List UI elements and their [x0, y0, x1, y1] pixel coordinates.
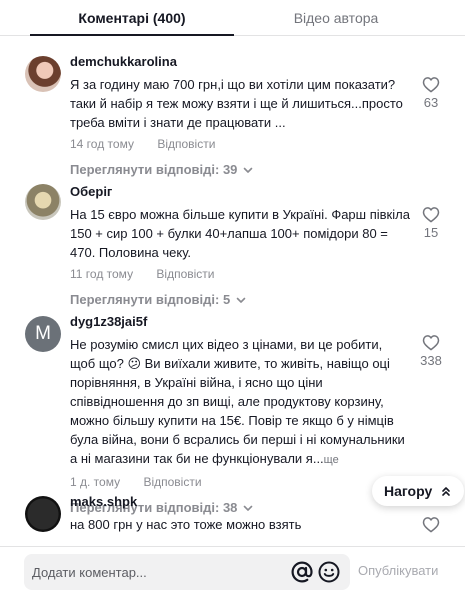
post-button[interactable]: Опублікувати	[358, 563, 438, 578]
comment-text: Не розумію смисл цих відео з цінами, ви …	[70, 335, 410, 470]
heart-icon	[422, 517, 440, 533]
avatar[interactable]: M	[25, 316, 61, 352]
comment-time: 14 год тому	[70, 137, 134, 151]
back-to-top-label: Нагору	[384, 483, 433, 499]
comment-time: 1 д. тому	[70, 475, 121, 489]
double-chevron-up-icon	[442, 487, 451, 496]
comment-meta: 11 год тому Відповісти	[70, 266, 410, 282]
comment-text: Я за годину маю 700 грн,і що ви хотіли ц…	[70, 77, 403, 130]
avatar[interactable]	[25, 184, 61, 220]
comment-text: На 15 євро можна більше купити в Україні…	[70, 207, 410, 260]
avatar-letter: M	[35, 323, 51, 344]
comment-text: на 800 грн у нас это тоже можно взять	[70, 517, 302, 532]
comment-time: 11 год тому	[70, 267, 134, 281]
tab-comments[interactable]: Коментарі (400)	[30, 0, 234, 36]
heart-icon	[422, 207, 440, 223]
comment-author[interactable]: maks.shpk	[70, 494, 410, 510]
avatar[interactable]	[25, 56, 61, 92]
like-button[interactable]: 63	[414, 76, 448, 110]
comment-composer: Опублікувати	[0, 546, 465, 600]
reply-button[interactable]: Відповісти	[156, 267, 214, 281]
comment-list[interactable]: demchukkarolina Я за годину маю 700 грн,…	[0, 36, 465, 546]
comment-text-content: Не розумію смисл цих відео з цінами, ви …	[70, 337, 405, 466]
chevron-down-icon	[244, 167, 253, 173]
comment-author[interactable]: demchukkarolina	[70, 54, 410, 70]
avatar[interactable]	[25, 496, 61, 532]
view-replies-label: Переглянути відповіді: 5	[70, 292, 231, 307]
comment-body: maks.shpk на 800 грн у нас это тоже можн…	[70, 494, 410, 534]
comment-input[interactable]	[32, 554, 282, 590]
view-replies-label: Переглянути відповіді: 39	[70, 162, 238, 177]
heart-icon	[422, 77, 440, 93]
heart-icon	[422, 335, 440, 351]
comment-body: Оберіг На 15 євро можна більше купити в …	[70, 184, 410, 309]
tab-creator-videos[interactable]: Відео автора	[234, 0, 438, 36]
view-replies-button[interactable]: Переглянути відповіді: 5	[70, 292, 246, 308]
at-icon[interactable]	[290, 560, 314, 584]
comment-author[interactable]: Оберіг	[70, 184, 410, 200]
like-button[interactable]: 15	[414, 206, 448, 240]
emoji-icon[interactable]	[317, 560, 341, 584]
reply-button[interactable]: Відповісти	[157, 137, 215, 151]
like-count: 15	[423, 225, 439, 240]
comment-author[interactable]: dyg1z38jai5f	[70, 314, 410, 330]
chevron-down-icon	[236, 297, 246, 303]
comment-meta: 1 д. тому Відповісти	[70, 474, 410, 490]
like-button[interactable]	[414, 516, 448, 533]
comment-input-box[interactable]	[24, 554, 350, 590]
tab-bar: Коментарі (400) Відео автора	[0, 0, 465, 36]
back-to-top-button[interactable]: Нагору	[372, 476, 465, 506]
like-count: 63	[423, 95, 439, 110]
reply-button[interactable]: Відповісти	[143, 475, 201, 489]
comment-body: demchukkarolina Я за годину маю 700 грн,…	[70, 54, 410, 179]
comment-meta: 14 год тому Відповісти	[70, 136, 410, 152]
like-button[interactable]: 338	[414, 334, 448, 368]
like-count: 338	[420, 353, 442, 368]
more-button[interactable]: ще	[324, 454, 339, 466]
comment-body: dyg1z38jai5f Не розумію смисл цих відео …	[70, 314, 410, 517]
view-replies-button[interactable]: Переглянути відповіді: 39	[70, 162, 253, 178]
